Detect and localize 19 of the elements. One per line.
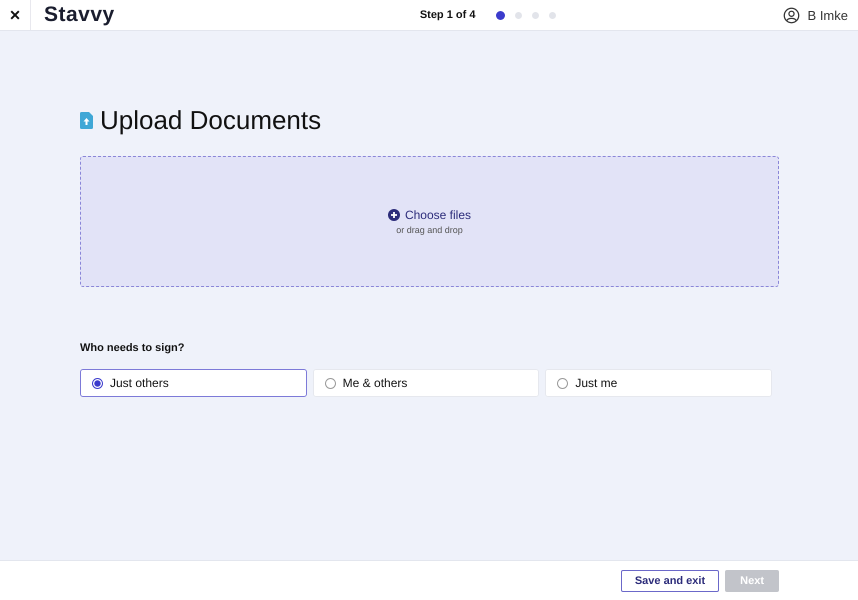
user-icon[interactable]: [782, 6, 800, 24]
radio-button[interactable]: [92, 378, 103, 388]
footer-button[interactable]: Save and exit: [620, 570, 720, 592]
drag-hint: or drag and drop: [396, 225, 463, 235]
user-name[interactable]: B Imke: [808, 8, 848, 22]
radio-button[interactable]: [557, 378, 568, 388]
radio-option[interactable]: Me & others: [312, 369, 540, 397]
radio-button[interactable]: [324, 378, 336, 388]
close-button[interactable]: ×: [10, 6, 20, 24]
question-label: Who needs to sign?: [80, 342, 186, 354]
step-label: Step 1 of 4: [420, 9, 476, 21]
choose-files-link[interactable]: Choose files: [404, 208, 472, 222]
file-dropzone[interactable]: Choose files or drag and drop: [80, 156, 779, 287]
document-upload-icon: [80, 112, 93, 129]
logo: Stavvy: [44, 3, 115, 27]
page-title: Upload Documents: [100, 105, 322, 136]
plus-icon: [388, 209, 400, 221]
radio-option[interactable]: Just others: [80, 369, 307, 397]
radio-option[interactable]: Just me: [545, 369, 772, 397]
